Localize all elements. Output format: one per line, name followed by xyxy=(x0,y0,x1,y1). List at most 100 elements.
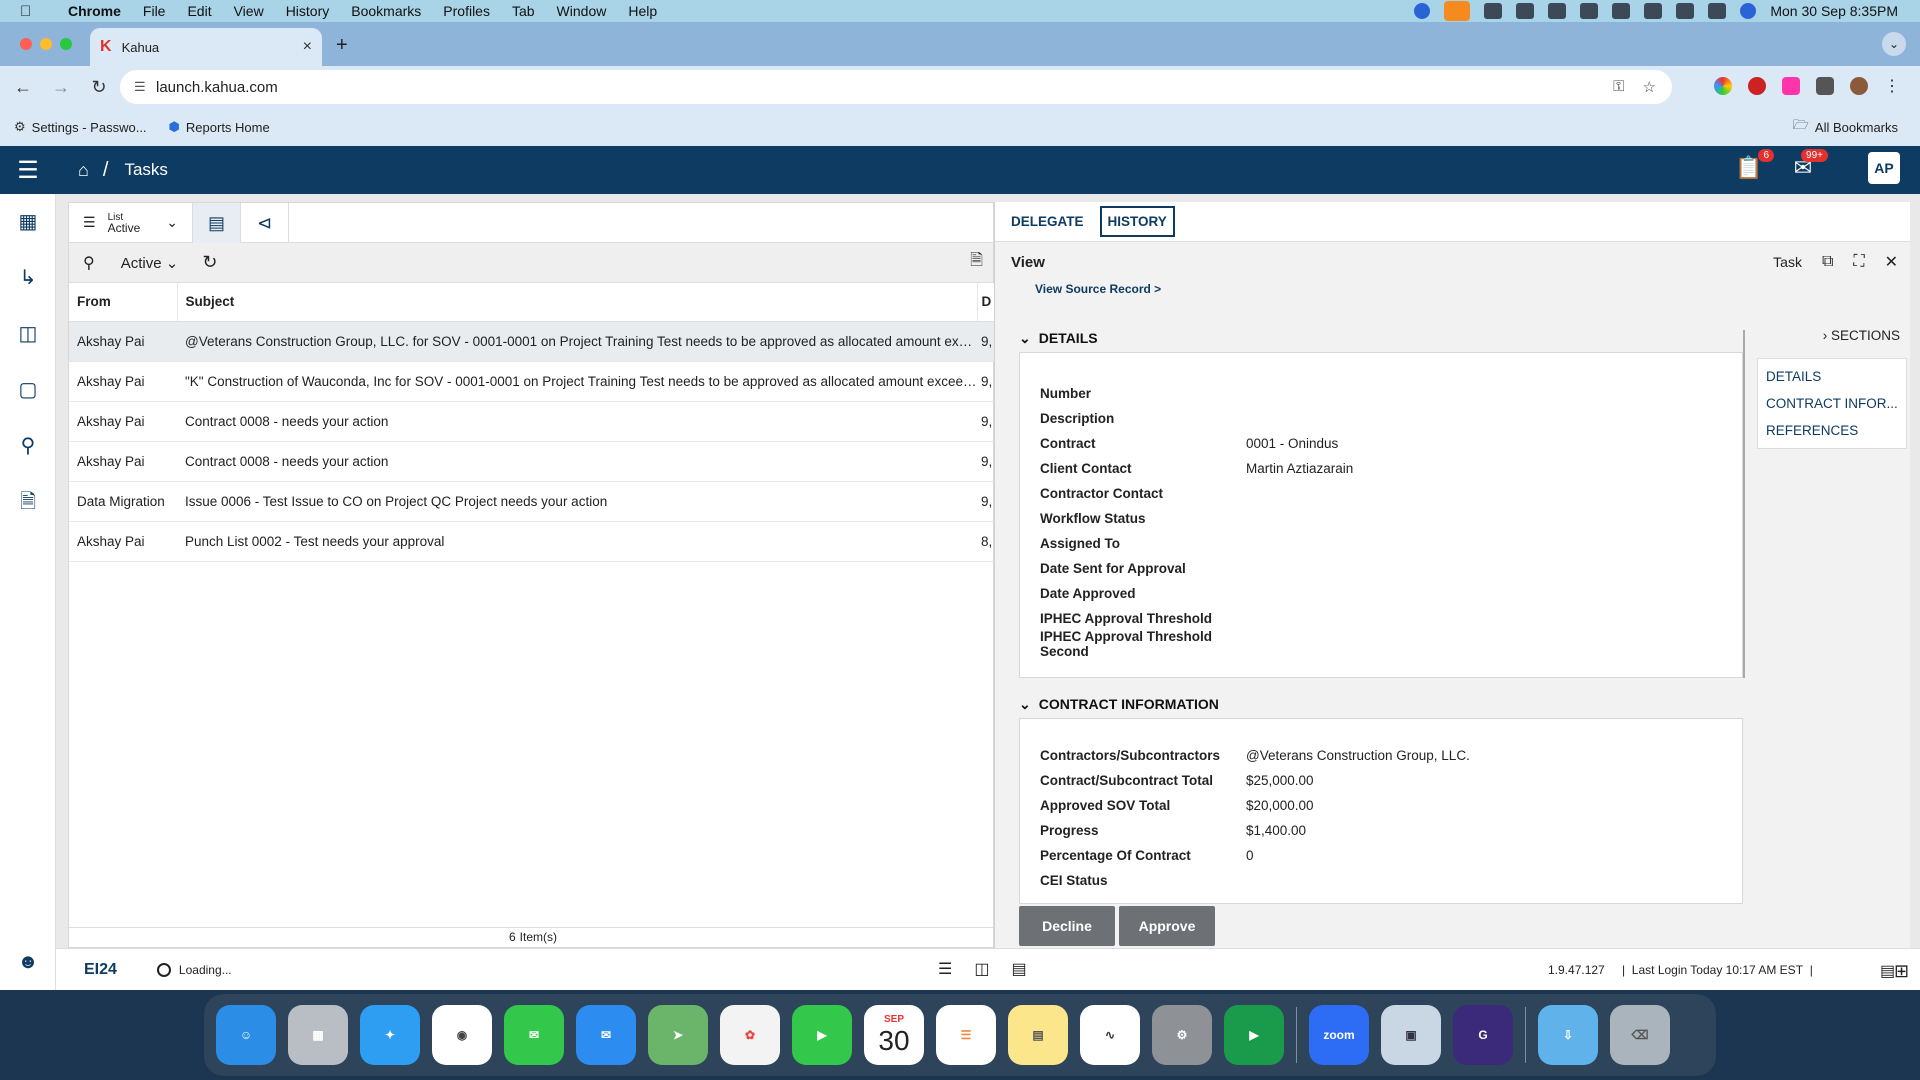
table-row[interactable]: Akshay Pai Punch List 0002 - Test needs … xyxy=(69,521,995,562)
user-avatar[interactable]: AP xyxy=(1868,152,1900,184)
decline-button[interactable]: Decline xyxy=(1019,906,1115,946)
share-button[interactable]: ⊲ xyxy=(241,202,289,243)
status-filter-dropdown[interactable]: Active ⌄ xyxy=(121,254,179,272)
contract-section-header[interactable]: ⌄ CONTRACT INFORMATION xyxy=(1019,696,1219,713)
close-icon[interactable]: ✕ xyxy=(1885,252,1898,272)
record-extension-icon[interactable] xyxy=(1748,77,1766,95)
mail-icon[interactable]: ✉ 99+ xyxy=(1788,149,1828,181)
site-info-icon[interactable]: ☰ xyxy=(134,79,146,95)
browser-tab-kahua[interactable]: K Kahua × xyxy=(90,28,322,66)
chart-report-icon[interactable]: ▤ xyxy=(1880,961,1895,981)
profile-avatar-icon[interactable] xyxy=(1850,77,1868,95)
zoom-icon[interactable]: zoom xyxy=(1309,1005,1369,1065)
bookmark-settings[interactable]: ⚙ Settings - Passwo... xyxy=(14,119,147,135)
details-scrollbar[interactable] xyxy=(1743,330,1745,678)
menubar-clock[interactable]: Mon 30 Sep 8:35PM xyxy=(1770,3,1898,19)
grammarly-icon[interactable]: G xyxy=(1453,1005,1513,1065)
menu-view[interactable]: View xyxy=(234,3,264,19)
tasks-clipboard-icon[interactable]: 📋 6 xyxy=(1734,149,1774,181)
spotlight-icon[interactable] xyxy=(1676,3,1695,19)
airdrop-icon[interactable] xyxy=(1580,3,1599,19)
menu-app-name[interactable]: Chrome xyxy=(68,3,121,19)
calendar-icon[interactable]: ▢ xyxy=(0,362,56,418)
trash-icon[interactable]: ⌫ xyxy=(1610,1005,1670,1065)
chrome-menu-icon[interactable]: ⋮ xyxy=(1884,76,1900,96)
siri-icon[interactable] xyxy=(1740,3,1757,19)
table-row[interactable]: Akshay Pai @Veterans Construction Group,… xyxy=(69,321,995,362)
window-zoom-button[interactable] xyxy=(60,38,72,50)
table-row[interactable]: Data Migration Issue 0006 - Test Issue t… xyxy=(69,481,995,522)
approve-button[interactable]: Approve xyxy=(1119,906,1215,946)
all-bookmarks[interactable]: 🗁 All Bookmarks xyxy=(1793,116,1898,138)
menu-window[interactable]: Window xyxy=(557,3,607,19)
window-minimize-button[interactable] xyxy=(40,38,52,50)
microphone-icon[interactable] xyxy=(1444,1,1471,21)
search-icon[interactable]: ⚲ xyxy=(0,418,56,474)
expand-icon[interactable]: ⛶ xyxy=(1853,253,1864,271)
refresh-icon[interactable]: ↻ xyxy=(202,252,217,273)
ei24-logo[interactable]: EI24 xyxy=(84,961,117,979)
hamburger-menu-icon[interactable]: ☰ xyxy=(0,156,56,185)
sections-toggle[interactable]: › SECTIONS xyxy=(1823,328,1900,343)
url-text[interactable]: launch.kahua.com xyxy=(156,79,278,96)
table-row[interactable]: Akshay Pai "K" Construction of Wauconda,… xyxy=(69,361,995,402)
bookmark-reports-home[interactable]: ⬢ Reports Home xyxy=(169,119,270,135)
list-layout-icon[interactable]: ☰ xyxy=(938,959,952,979)
chrome-icon[interactable]: ◉ xyxy=(432,1005,492,1065)
puzzle-extensions-icon[interactable] xyxy=(1816,77,1834,95)
zoom-tray-icon[interactable] xyxy=(1414,3,1431,19)
table-row[interactable]: Akshay Pai Contract 0008 - needs your ac… xyxy=(69,401,995,442)
maps-icon[interactable]: ➤ xyxy=(648,1005,708,1065)
preview-icon[interactable]: ▣ xyxy=(1381,1005,1441,1065)
view-source-record-link[interactable]: View Source Record > xyxy=(1035,282,1161,296)
freeform-icon[interactable]: ∿ xyxy=(1080,1005,1140,1065)
messages-icon[interactable]: ✉ xyxy=(504,1005,564,1065)
cost-document-icon[interactable]: 🗎 xyxy=(0,474,56,530)
control-center-icon[interactable] xyxy=(1708,3,1727,19)
window-close-button[interactable] xyxy=(20,38,32,50)
battery-icon[interactable] xyxy=(1548,3,1567,19)
menu-help[interactable]: Help xyxy=(628,3,657,19)
close-tab-icon[interactable]: × xyxy=(303,38,312,56)
menu-tab[interactable]: Tab xyxy=(512,3,535,19)
launchpad-icon[interactable]: ▦ xyxy=(288,1005,348,1065)
tab-history[interactable]: HISTORY xyxy=(1099,206,1175,237)
split-layout-icon[interactable]: ◫ xyxy=(974,959,989,979)
apple-icon[interactable]:  xyxy=(20,3,40,20)
finder-icon[interactable]: ☺ xyxy=(216,1005,276,1065)
section-link-details[interactable]: DETAILS xyxy=(1758,363,1906,390)
menu-profiles[interactable]: Profiles xyxy=(443,3,490,19)
apps-grid-icon[interactable]: ▦ xyxy=(0,194,56,250)
password-key-icon[interactable]: ⚿ xyxy=(1613,78,1624,96)
copy-window-icon[interactable]: ⧉ xyxy=(1822,253,1833,271)
tab-search-chevron-icon[interactable]: ⌄ xyxy=(1882,32,1906,56)
dashboard-icon[interactable]: ◫ xyxy=(0,306,56,362)
section-link-references[interactable]: REFERENCES xyxy=(1758,417,1906,444)
notes-icon[interactable]: ▤ xyxy=(1008,1005,1068,1065)
photos-icon[interactable]: ✿ xyxy=(720,1005,780,1065)
column-header-from[interactable]: From xyxy=(69,283,178,322)
pen-extension-icon[interactable] xyxy=(1782,77,1800,95)
column-header-date[interactable]: D xyxy=(977,283,996,322)
bookmark-star-icon[interactable]: ☆ xyxy=(1643,78,1656,96)
grammarly-tray-icon[interactable] xyxy=(1484,3,1503,19)
reminders-icon[interactable]: ☰ xyxy=(936,1005,996,1065)
address-bar[interactable]: ☰ launch.kahua.com ⚿ ☆ xyxy=(120,70,1672,104)
menu-history[interactable]: History xyxy=(286,3,330,19)
back-arrow-icon[interactable]: ← xyxy=(8,77,38,98)
extension-tray-icon[interactable] xyxy=(1516,3,1535,19)
details-section-header[interactable]: ⌄ DETAILS xyxy=(1019,330,1098,347)
table-view-button[interactable]: ▤ xyxy=(193,202,241,243)
windows-icon[interactable]: ⊞ xyxy=(1894,961,1909,982)
downloads-folder-icon[interactable]: ⇩ xyxy=(1538,1005,1598,1065)
home-icon[interactable]: ⌂ xyxy=(78,160,89,181)
detail-layout-icon[interactable]: ▤ xyxy=(1011,959,1026,979)
table-row[interactable]: Akshay Pai Contract 0008 - needs your ac… xyxy=(69,441,995,482)
system-settings-icon[interactable]: ⚙ xyxy=(1152,1005,1212,1065)
mail-icon[interactable]: ✉ xyxy=(576,1005,636,1065)
export-document-icon[interactable]: 🗎 xyxy=(970,249,983,276)
menu-bookmarks[interactable]: Bookmarks xyxy=(351,3,421,19)
menu-file[interactable]: File xyxy=(143,3,166,19)
forward-arrow-icon[interactable]: → xyxy=(46,77,76,98)
workflow-icon[interactable]: ↳ xyxy=(0,250,56,306)
